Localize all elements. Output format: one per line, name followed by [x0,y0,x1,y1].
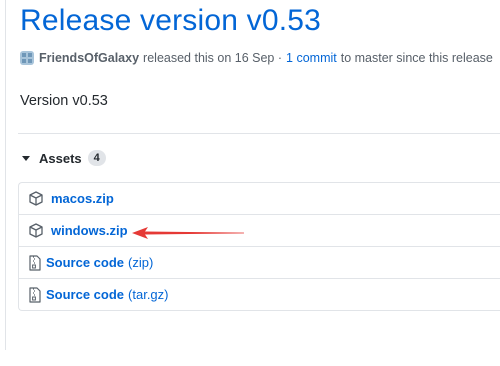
file-zip-icon [29,254,41,271]
source-zip-name: Source code [46,255,125,270]
asset-link-windows[interactable]: windows.zip [51,223,128,238]
asset-row-source-zip: Source code (zip) [19,246,500,278]
source-targz-format: (tar.gz) [128,287,169,302]
file-zip-icon [29,286,41,303]
package-icon [29,223,43,238]
assets-toggle[interactable]: Assets 4 [22,150,106,166]
left-border [5,0,6,350]
asset-link-macos[interactable]: macos.zip [51,191,114,206]
caret-down-icon [22,156,30,161]
commits-suffix: to master since this release [340,51,493,65]
source-zip-link[interactable]: Source code (zip) [46,255,153,270]
red-arrow-annotation [132,227,244,239]
commits-link[interactable]: 1 commit [286,51,337,65]
released-text: released this on 16 Sep · [143,51,283,65]
assets-count-badge: 4 [87,150,106,166]
release-title[interactable]: Release version v0.53 [20,4,321,38]
release-meta: FriendsOfGalaxy released this on 16 Sep … [20,51,493,65]
source-targz-link[interactable]: Source code (tar.gz) [46,287,169,302]
assets-label: Assets [39,150,82,166]
author-name[interactable]: FriendsOfGalaxy [39,51,139,65]
asset-row-source-targz: Source code (tar.gz) [19,278,500,310]
source-zip-format: (zip) [128,255,154,270]
divider [18,133,500,134]
package-icon [29,191,43,206]
asset-row-windows: windows.zip [19,214,500,246]
asset-row-macos: macos.zip [19,183,500,214]
arrow-shape [132,227,244,239]
asset-list: macos.zip windows.zip Source code (zip) S… [18,182,500,311]
author-avatar-icon[interactable] [20,51,34,65]
source-targz-name: Source code [46,287,125,302]
release-notes: Version v0.53 [20,93,108,109]
